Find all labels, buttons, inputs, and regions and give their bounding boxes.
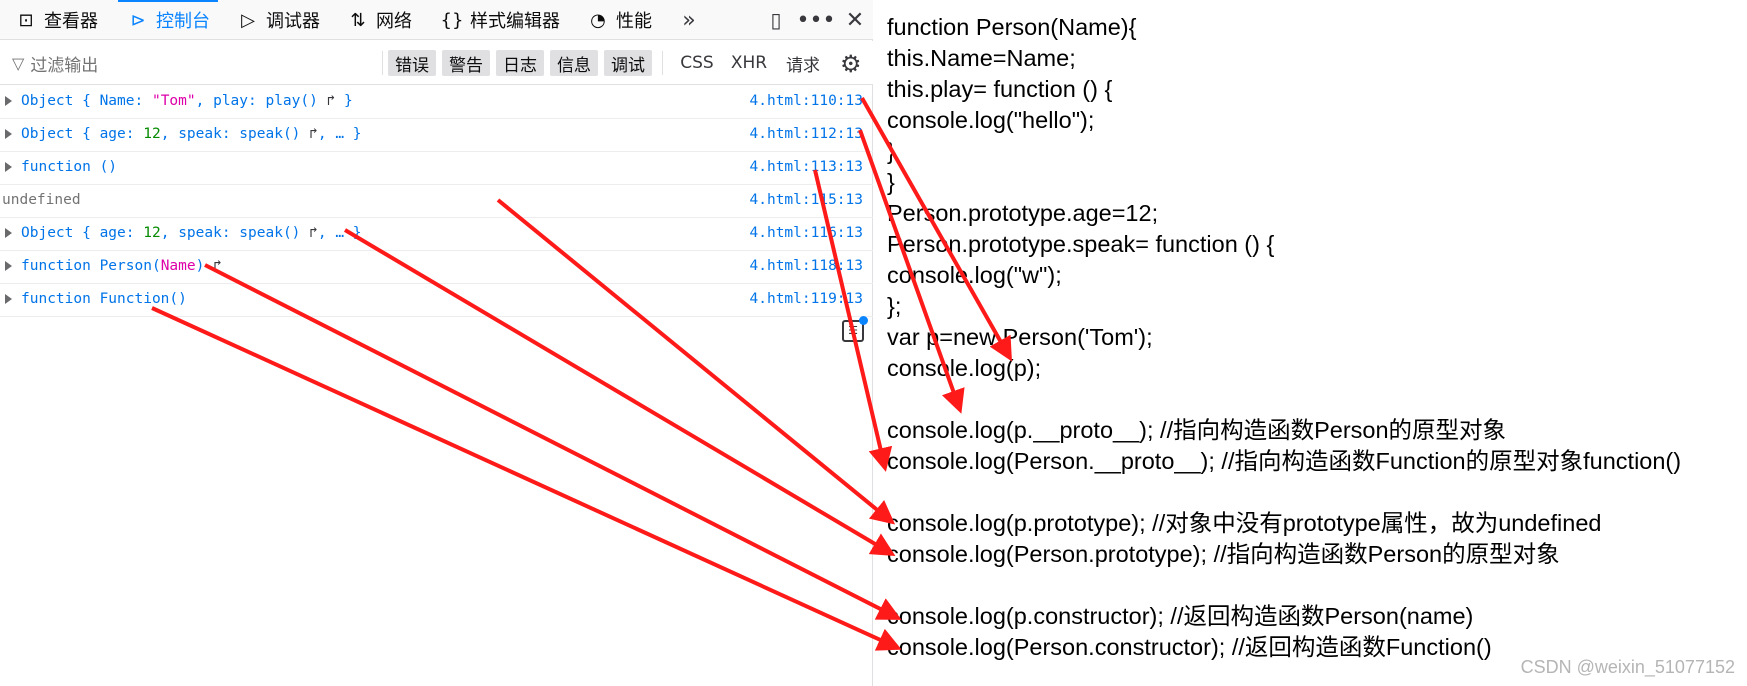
code-line: console.log(Person.prototype); //指向构造函数P… (887, 541, 1560, 567)
code-line: this.Name=Name; (887, 45, 1076, 71)
network-icon: ⇅ (350, 9, 366, 31)
tab-performance[interactable]: ◔ 性能 (586, 0, 652, 40)
console-row[interactable]: undefined 4.html:115:13 (0, 185, 873, 218)
code-line: } (887, 138, 895, 164)
code-panel: function Person(Name){ this.Name=Name; t… (887, 12, 1681, 663)
console-sidebar-toggle-icon[interactable]: ☰ (842, 316, 868, 342)
console-row[interactable]: function Person(Name) ↱ 4.html:118:13 (0, 251, 873, 284)
tab-style-editor[interactable]: {} 样式编辑器 (440, 0, 560, 40)
console-row[interactable]: Object { age: 12, speak: speak() ↱, … } … (0, 119, 873, 152)
jump-to-definition-icon: ↱ (309, 225, 318, 241)
tab-label: 控制台 (156, 11, 210, 32)
code-line: console.log(p.prototype); //对象中没有prototy… (887, 510, 1602, 536)
more-tools-chevron-icon[interactable]: » (674, 0, 704, 40)
filter-logs-button[interactable]: 日志 (496, 50, 544, 76)
dock-side-icon[interactable]: ▯ (760, 0, 792, 40)
code-line: function Person(Name){ (887, 14, 1137, 40)
close-icon[interactable]: ✕ (840, 0, 870, 40)
watermark: CSDN @weixin_51077152 (1520, 657, 1735, 677)
devtools-panel: ⊡ 查看器 ⊳ 控制台 ▷ 调试器 ⇅ 网络 {} 样式编辑器 ◔ 性能 » ▯… (0, 0, 873, 686)
expand-arrow-icon[interactable] (5, 261, 12, 271)
notification-dot (859, 316, 868, 325)
debugger-icon: ▷ (241, 9, 255, 31)
code-line: }; (887, 293, 902, 319)
filter-xhr-button[interactable]: XHR (726, 50, 772, 76)
console-settings-gear-icon[interactable]: ⚙ (840, 50, 862, 78)
expand-arrow-icon[interactable] (5, 162, 12, 172)
inspector-icon: ⊡ (18, 9, 34, 31)
performance-icon: ◔ (590, 9, 606, 31)
code-line: console.log(p); (887, 355, 1042, 381)
console-message: function Person(Name) ↱ (21, 258, 222, 274)
filter-requests-button[interactable]: 请求 (780, 50, 826, 76)
console-row[interactable]: Object { Name: "Tom", play: play() ↱ } 4… (0, 86, 873, 119)
console-output: Object { Name: "Tom", play: play() ↱ } 4… (0, 86, 873, 317)
filter-errors-button[interactable]: 错误 (388, 50, 436, 76)
source-location-link[interactable]: 4.html:119:13 (750, 291, 864, 307)
source-location-link[interactable]: 4.html:112:13 (750, 126, 864, 142)
filter-css-button[interactable]: CSS (674, 50, 720, 76)
filter-placeholder: 过滤输出 (30, 55, 99, 76)
tab-label: 查看器 (44, 11, 98, 32)
tab-label: 网络 (376, 11, 412, 32)
console-message: Object { age: 12, speak: speak() ↱, … } (21, 126, 362, 142)
expand-arrow-icon[interactable] (5, 228, 12, 238)
console-row[interactable]: function Function() 4.html:119:13 (0, 284, 873, 317)
jump-to-definition-icon: ↱ (309, 126, 318, 142)
console-row[interactable]: function () 4.html:113:13 (0, 152, 873, 185)
source-location-link[interactable]: 4.html:115:13 (750, 192, 864, 208)
devtools-toolbar: ⊡ 查看器 ⊳ 控制台 ▷ 调试器 ⇅ 网络 {} 样式编辑器 ◔ 性能 » ▯… (0, 0, 873, 40)
console-message: undefined (2, 192, 81, 208)
source-location-link[interactable]: 4.html:113:13 (750, 159, 864, 175)
console-row[interactable]: Object { age: 12, speak: speak() ↱, … } … (0, 218, 873, 251)
code-line: Person.prototype.age=12; (887, 200, 1159, 226)
filter-funnel-icon: ▽ (12, 53, 25, 73)
source-location-link[interactable]: 4.html:118:13 (750, 258, 864, 274)
console-filter-bar: ▽ 过滤输出 错误 警告 日志 信息 调试 CSS XHR 请求 (0, 41, 873, 85)
console-message: function () (21, 159, 118, 175)
code-line: console.log("w"); (887, 262, 1062, 288)
filter-info-button[interactable]: 信息 (550, 50, 598, 76)
tab-inspector[interactable]: ⊡ 查看器 (14, 0, 98, 40)
more-options-icon[interactable]: ••• (797, 0, 836, 40)
tab-debugger[interactable]: ▷ 调试器 (236, 0, 320, 40)
jump-to-definition-icon: ↱ (213, 258, 222, 274)
filter-warnings-button[interactable]: 警告 (442, 50, 490, 76)
code-line: console.log("hello"); (887, 107, 1095, 133)
tab-network[interactable]: ⇅ 网络 (346, 0, 412, 40)
console-icon: ⊳ (130, 9, 146, 31)
style-editor-icon: {} (440, 9, 464, 31)
expand-arrow-icon[interactable] (5, 129, 12, 139)
filter-output-input[interactable]: ▽ 过滤输出 (12, 49, 372, 77)
code-line: console.log(Person.__proto__); //指向构造函数F… (887, 448, 1682, 474)
source-location-link[interactable]: 4.html:116:13 (750, 225, 864, 241)
expand-arrow-icon[interactable] (5, 294, 12, 304)
console-message: Object { age: 12, speak: speak() ↱, … } (21, 225, 362, 241)
divider (662, 51, 663, 75)
tab-label: 样式编辑器 (470, 11, 560, 32)
code-line: var p=new Person('Tom'); (887, 324, 1153, 350)
code-line: this.play= function () { (887, 76, 1113, 102)
tab-console[interactable]: ⊳ 控制台 (118, 0, 218, 40)
console-message: Object { Name: "Tom", play: play() ↱ } (21, 93, 353, 109)
code-line: Person.prototype.speak= function () { (887, 231, 1275, 257)
source-location-link[interactable]: 4.html:110:13 (750, 93, 864, 109)
code-line: } (887, 169, 895, 195)
filter-debug-button[interactable]: 调试 (604, 50, 652, 76)
divider (382, 51, 383, 75)
console-message: function Function() (21, 291, 187, 307)
tab-label: 调试器 (266, 11, 320, 32)
tab-label: 性能 (616, 11, 652, 32)
code-line: console.log(p.__proto__); //指向构造函数Person… (887, 417, 1507, 443)
expand-arrow-icon[interactable] (5, 96, 12, 106)
code-line: console.log(p.constructor); //返回构造函数Pers… (887, 603, 1474, 629)
